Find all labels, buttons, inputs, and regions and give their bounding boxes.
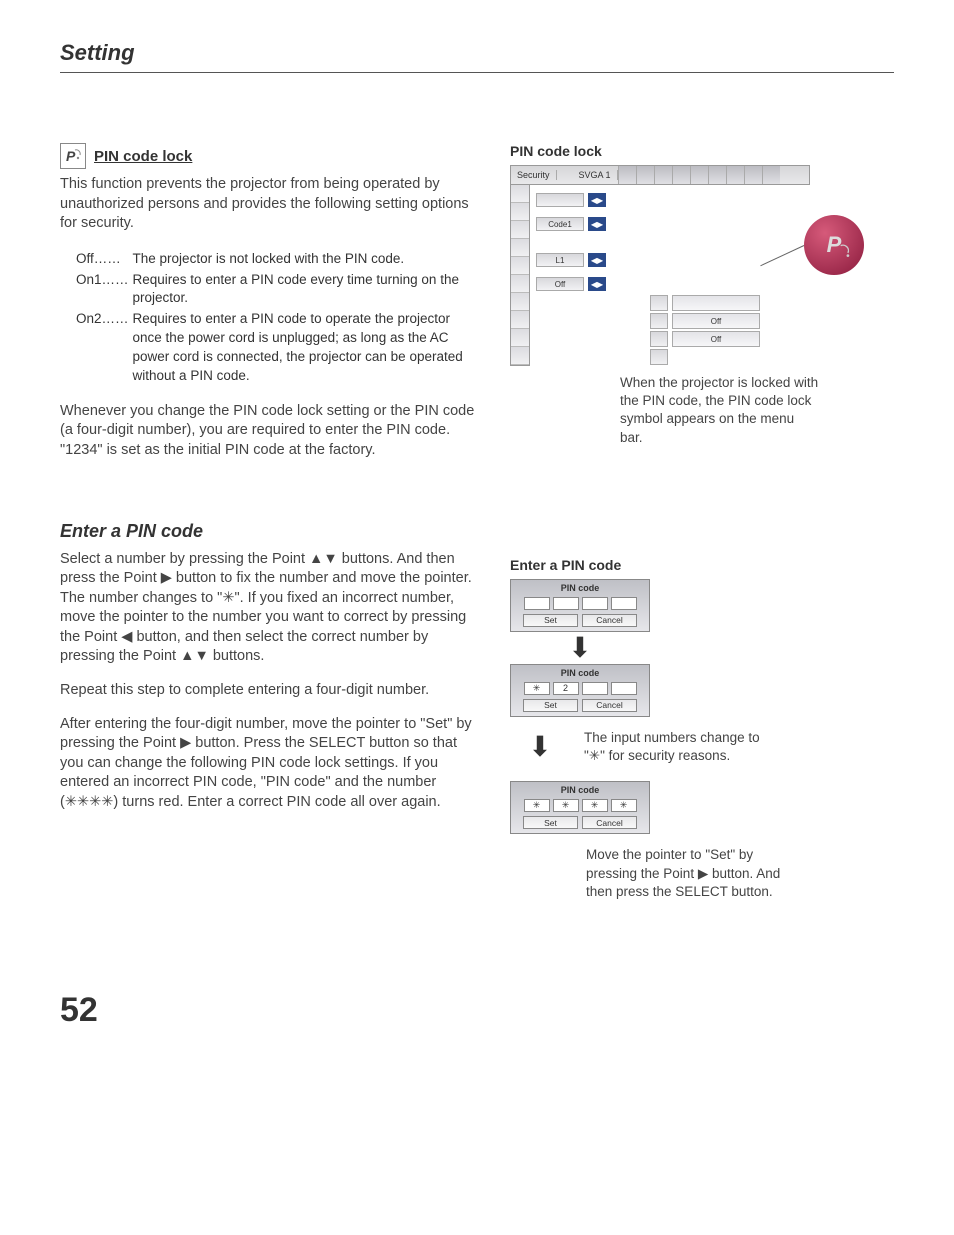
pin-lock-icon: P [60,143,86,169]
pin-cell: 2 [553,682,579,695]
osd-caption: When the projector is locked with the PI… [620,374,820,447]
popup-icon [650,295,668,311]
osd-row-label: Off [536,277,584,291]
pin-cell: ✳ [553,799,579,812]
sidebar-icon [511,347,529,365]
menubar-icon [762,166,780,184]
osd-row-label: L1 [536,253,584,267]
pin-set-button: Set [523,816,578,829]
pin-cell: ✳ [582,799,608,812]
pin-dialog-2: PIN code ✳ 2 Set Cancel [510,664,650,717]
down-arrow-icon: ⬇ [510,733,570,761]
pin-para2: Whenever you change the PIN code lock se… [60,402,480,461]
enter-pin-para1: Select a number by pressing the Point ▲▼… [60,550,480,667]
pin-options-list: Off…… The projector is not locked with t… [74,248,480,388]
osd-popup: Off Off [650,295,760,367]
sidebar-icon [511,185,529,203]
pin-cell [553,597,579,610]
pin-cancel-button: Cancel [582,699,637,712]
pin-fig-caption-2: The input numbers change to "✳" for secu… [584,729,784,765]
lr-arrows-icon: ◀▶ [588,277,606,291]
pin-cell: ✳ [611,799,637,812]
osd-panel: ◀▶ Code1 ◀▶ L1 ◀▶ Off ◀▶ Off Off [530,185,810,366]
pin-fig-caption-3: Move the pointer to "Set" by pressing th… [586,846,806,901]
menubar-icon [708,166,726,184]
pin-cell [582,682,608,695]
sidebar-icon [511,257,529,275]
option-off-val: The projector is not locked with the PIN… [133,251,405,266]
pin-dialog-1: PIN code Set Cancel [510,579,650,632]
sidebar-icon [511,203,529,221]
right-enter-pin-title: Enter a PIN code [510,557,894,573]
pin-cell [611,682,637,695]
osd-sidebar [510,185,530,366]
pin-code-lock-heading: PIN code lock [94,148,192,165]
pin-lock-badge: P [804,215,864,275]
sidebar-icon [511,221,529,239]
option-on2-key: On2…… [76,311,129,326]
menubar-icon [690,166,708,184]
page-number: 52 [60,991,894,1030]
pin-dialog-title: PIN code [511,665,649,682]
lr-arrows-icon: ◀▶ [588,253,606,267]
pin-dialog-title: PIN code [511,782,649,799]
popup-icon [650,313,668,329]
menubar-icon [744,166,762,184]
sidebar-icon [511,275,529,293]
sidebar-icon [511,311,529,329]
pin-dialog-title: PIN code [511,580,649,597]
svg-text:P: P [66,148,76,164]
osd-row-label [536,193,584,207]
option-on2-val: Requires to enter a PIN code to operate … [133,311,463,383]
pin-cell [524,597,550,610]
pin-set-button: Set [523,699,578,712]
pin-cell [582,597,608,610]
pin-cancel-button: Cancel [582,614,637,627]
sidebar-icon [511,239,529,257]
pin-set-button: Set [523,614,578,627]
enter-pin-para3: After entering the four-digit number, mo… [60,715,480,813]
popup-value [672,295,760,311]
enter-pin-heading: Enter a PIN code [60,521,480,542]
menubar-icon [654,166,672,184]
lr-arrows-icon: ◀▶ [588,193,606,207]
menubar-icon [672,166,690,184]
down-arrow-icon: ⬇ [510,634,650,662]
pin-cell [611,597,637,610]
menubar-security-label: Security [511,170,557,180]
option-off-key: Off…… [76,251,121,266]
popup-icon [650,349,668,365]
header-rule [60,72,894,73]
osd-menubar: Security SVGA 1 [510,165,810,185]
sidebar-icon [511,329,529,347]
pin-intro-text: This function prevents the projector fro… [60,175,480,234]
pin-cell: ✳ [524,799,550,812]
osd-menu-screenshot: Security SVGA 1 [510,165,810,366]
osd-row-label: Code1 [536,217,584,231]
right-pin-lock-title: PIN code lock [510,143,894,159]
sidebar-icon [511,293,529,311]
lr-arrows-icon: ◀▶ [588,217,606,231]
option-on1-key: On1…… [76,272,129,287]
pin-dialog-3: PIN code ✳ ✳ ✳ ✳ Set Cancel [510,781,650,834]
menubar-icon [726,166,744,184]
menubar-icon [618,166,636,184]
option-on1-val: Requires to enter a PIN code every time … [133,272,459,306]
menubar-icon [636,166,654,184]
pin-cell: ✳ [524,682,550,695]
enter-pin-para2: Repeat this step to complete entering a … [60,681,480,701]
popup-value: Off [672,331,760,347]
popup-value: Off [672,313,760,329]
pin-cancel-button: Cancel [582,816,637,829]
menubar-mode-label: SVGA 1 [573,170,618,180]
popup-icon [650,331,668,347]
page-title: Setting [60,40,894,66]
